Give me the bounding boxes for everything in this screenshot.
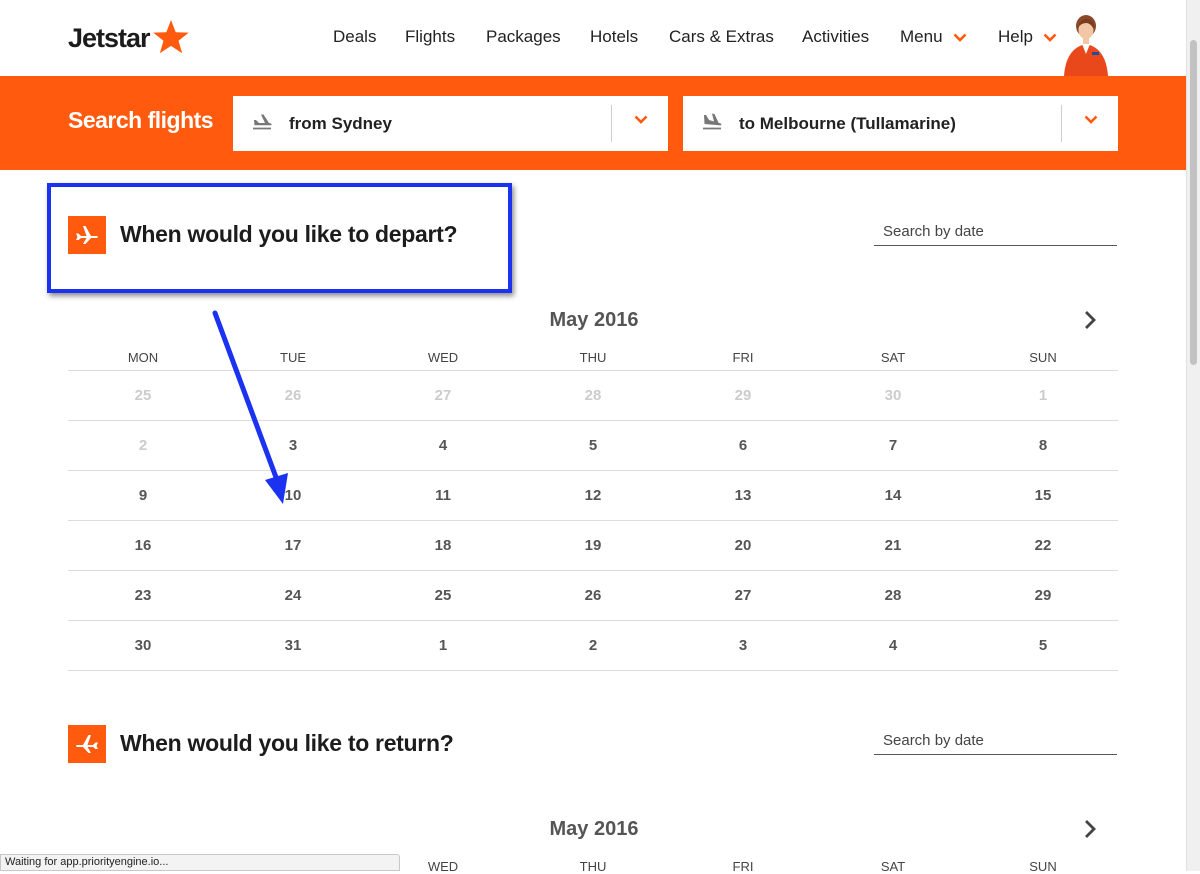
nav-menu-label: Menu — [900, 27, 943, 46]
return-date-search-input[interactable] — [874, 727, 1117, 755]
calendar-day[interactable]: 5 — [968, 621, 1118, 670]
annotation-arrow — [212, 310, 288, 504]
weekday-label: SUN — [1029, 350, 1057, 365]
nav-deals[interactable]: Deals — [333, 27, 376, 47]
calendar-day[interactable]: 20 — [668, 521, 818, 570]
browser-status-bar: Waiting for app.priorityengine.io... — [0, 854, 400, 871]
weekday-label: SAT — [880, 350, 906, 365]
chevron-down-icon — [1043, 33, 1057, 42]
destination-divider — [1061, 105, 1062, 142]
nav-activities[interactable]: Activities — [802, 27, 869, 47]
chevron-down-icon[interactable] — [634, 115, 648, 124]
origin-divider — [611, 105, 612, 142]
calendar-day[interactable]: 12 — [518, 471, 668, 520]
next-month-icon[interactable] — [1082, 310, 1098, 330]
calendar-day[interactable]: 30 — [68, 621, 218, 670]
calendar-week-row: 30 31 1 2 3 4 5 — [68, 621, 1118, 671]
calendar-day[interactable]: 14 — [818, 471, 968, 520]
arrival-plane-icon — [703, 113, 722, 130]
weekday-label: THU — [579, 859, 607, 874]
return-heading: When would you like to return? — [120, 730, 454, 756]
calendar-day[interactable]: 29 — [968, 571, 1118, 620]
scrollbar-thumb[interactable] — [1190, 40, 1197, 365]
weekday-label: FRI — [732, 859, 754, 874]
chevron-down-icon — [953, 33, 966, 42]
calendar-day: 29 — [734, 387, 752, 404]
depart-date-search-input[interactable] — [874, 218, 1117, 246]
calendar-day[interactable]: 13 — [668, 471, 818, 520]
calendar-day[interactable]: 15 — [968, 471, 1118, 520]
calendar-day[interactable]: 25 — [368, 571, 518, 620]
calendar-day: 28 — [584, 387, 602, 404]
nav-help-label: Help — [998, 27, 1033, 46]
calendar-day[interactable]: 4 — [818, 621, 968, 670]
calendar-day[interactable]: 31 — [218, 621, 368, 670]
weekday-label: SUN — [1029, 859, 1057, 874]
nav-hotels[interactable]: Hotels — [590, 27, 638, 47]
calendar-day: 1 — [1038, 387, 1048, 404]
calendar-day[interactable]: 17 — [218, 521, 368, 570]
calendar-week-row: 16 17 18 19 20 21 22 — [68, 521, 1118, 571]
destination-label: to Melbourne (Tullamarine) — [739, 114, 956, 133]
calendar-day[interactable]: 28 — [818, 571, 968, 620]
calendar-day[interactable]: 22 — [968, 521, 1118, 570]
calendar-day[interactable]: 18 — [368, 521, 518, 570]
calendar-day[interactable]: 23 — [68, 571, 218, 620]
calendar-day[interactable]: 7 — [818, 421, 968, 470]
calendar-day[interactable]: 11 — [368, 471, 518, 520]
nav-cars-extras[interactable]: Cars & Extras — [669, 27, 774, 47]
assistant-avatar[interactable] — [1058, 14, 1116, 76]
weekday-label: FRI — [732, 350, 754, 365]
weekday-label: THU — [579, 350, 607, 365]
weekday-label: WED — [427, 350, 459, 365]
calendar-day[interactable]: 3 — [668, 621, 818, 670]
calendar-day[interactable]: 8 — [968, 421, 1118, 470]
nav-menu[interactable]: Menu — [900, 27, 967, 47]
nav-flights[interactable]: Flights — [405, 27, 455, 47]
weekday-label: SAT — [880, 859, 906, 874]
destination-select[interactable]: to Melbourne (Tullamarine) — [683, 96, 1118, 151]
calendar-day[interactable]: 19 — [518, 521, 668, 570]
calendar-day: 30 — [884, 387, 902, 404]
calendar-day[interactable]: 27 — [668, 571, 818, 620]
return-month-title: May 2016 — [549, 818, 639, 840]
chevron-down-icon[interactable] — [1084, 115, 1098, 124]
calendar-day[interactable]: 2 — [518, 621, 668, 670]
nav-help[interactable]: Help — [998, 27, 1057, 47]
depart-month-title: May 2016 — [549, 309, 639, 331]
calendar-day[interactable]: 24 — [218, 571, 368, 620]
calendar-week-row: 23 24 25 26 27 28 29 — [68, 571, 1118, 621]
calendar-day[interactable]: 6 — [668, 421, 818, 470]
calendar-day: 27 — [434, 387, 452, 404]
next-month-icon[interactable] — [1082, 819, 1098, 839]
calendar-day[interactable]: 5 — [518, 421, 668, 470]
calendar-day[interactable]: 1 — [368, 621, 518, 670]
calendar-day[interactable]: 4 — [368, 421, 518, 470]
calendar-day[interactable]: 16 — [68, 521, 218, 570]
return-plane-icon — [68, 725, 106, 763]
calendar-day[interactable]: 21 — [818, 521, 968, 570]
nav-packages[interactable]: Packages — [486, 27, 561, 47]
calendar-day[interactable]: 26 — [518, 571, 668, 620]
